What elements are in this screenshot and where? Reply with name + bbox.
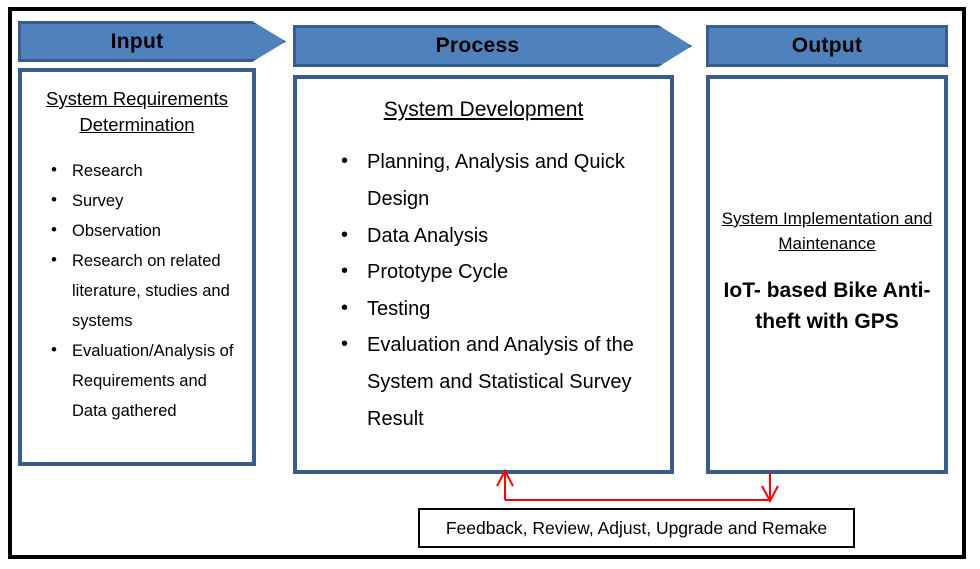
process-bullet-item: Evaluation and Analysis of the System an… <box>333 326 662 437</box>
process-bullet-item: Planning, Analysis and Quick Design <box>333 143 662 217</box>
column-header-process-label: Process <box>435 34 520 57</box>
process-box-title: System Development <box>383 98 584 121</box>
input-bullet-item: Evaluation/Analysis of Requirements and … <box>44 335 246 426</box>
output-content-box: System Implementation and Maintenance Io… <box>706 75 948 474</box>
input-content-box: System Requirements Determination Resear… <box>18 68 256 466</box>
feedback-box: Feedback, Review, Adjust, Upgrade and Re… <box>418 508 855 548</box>
feedback-box-label: Feedback, Review, Adjust, Upgrade and Re… <box>445 517 828 538</box>
output-box-subtitle: System Implementation and Maintenance <box>721 209 933 253</box>
input-bullet-list: ResearchSurveyObservationResearch on rel… <box>44 155 246 426</box>
column-header-output-label: Output <box>791 34 863 57</box>
column-header-input: Input <box>18 21 286 62</box>
output-project-title: IoT- based Bike Anti-theft with GPS <box>723 279 931 333</box>
ipo-diagram: Input Process Output System Requirements… <box>0 0 980 569</box>
column-header-output: Output <box>706 25 948 67</box>
process-bullet-list: Planning, Analysis and Quick DesignData … <box>333 143 662 437</box>
column-header-input-label: Input <box>110 29 164 53</box>
process-bullet-item: Data Analysis <box>333 217 662 255</box>
output-inner: System Implementation and Maintenance Io… <box>710 207 944 337</box>
process-content-box: System Development Planning, Analysis an… <box>293 75 674 474</box>
input-bullet-item: Survey <box>44 185 246 216</box>
process-bullet-item: Testing <box>333 290 662 328</box>
input-box-title: System Requirements Determination <box>46 88 228 135</box>
input-bullet-item: Research on related literature, studies … <box>44 245 246 336</box>
process-bullet-item: Prototype Cycle <box>333 253 662 291</box>
column-header-process: Process <box>293 25 692 67</box>
input-bullet-item: Research <box>44 155 246 186</box>
input-bullet-item: Observation <box>44 215 246 246</box>
